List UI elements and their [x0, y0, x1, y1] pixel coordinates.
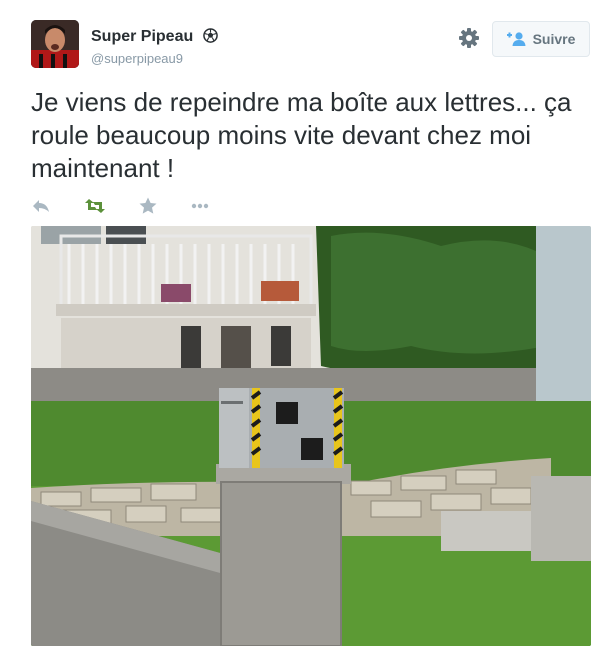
username[interactable]: @superpipeau9 [91, 51, 183, 66]
follow-button[interactable]: Suivre [492, 21, 590, 57]
star-icon[interactable] [138, 196, 158, 216]
photo-scene [31, 226, 591, 646]
avatar[interactable] [31, 20, 79, 68]
display-name-text: Super Pipeau [91, 28, 194, 45]
reply-icon[interactable] [31, 196, 51, 216]
avatar-image [31, 20, 79, 68]
retweet-icon[interactable] [84, 196, 106, 216]
follow-button-label: Suivre [532, 31, 576, 47]
soccer-ball-icon [202, 28, 218, 43]
display-name[interactable]: Super Pipeau [91, 28, 218, 46]
tweet-text: Je viens de repeindre ma boîte aux lettr… [31, 87, 572, 183]
gear-icon[interactable] [457, 26, 481, 50]
add-user-icon [506, 32, 526, 46]
more-icon[interactable] [190, 196, 210, 216]
tweet-actions [31, 196, 210, 216]
tweet-photo[interactable] [31, 226, 591, 646]
